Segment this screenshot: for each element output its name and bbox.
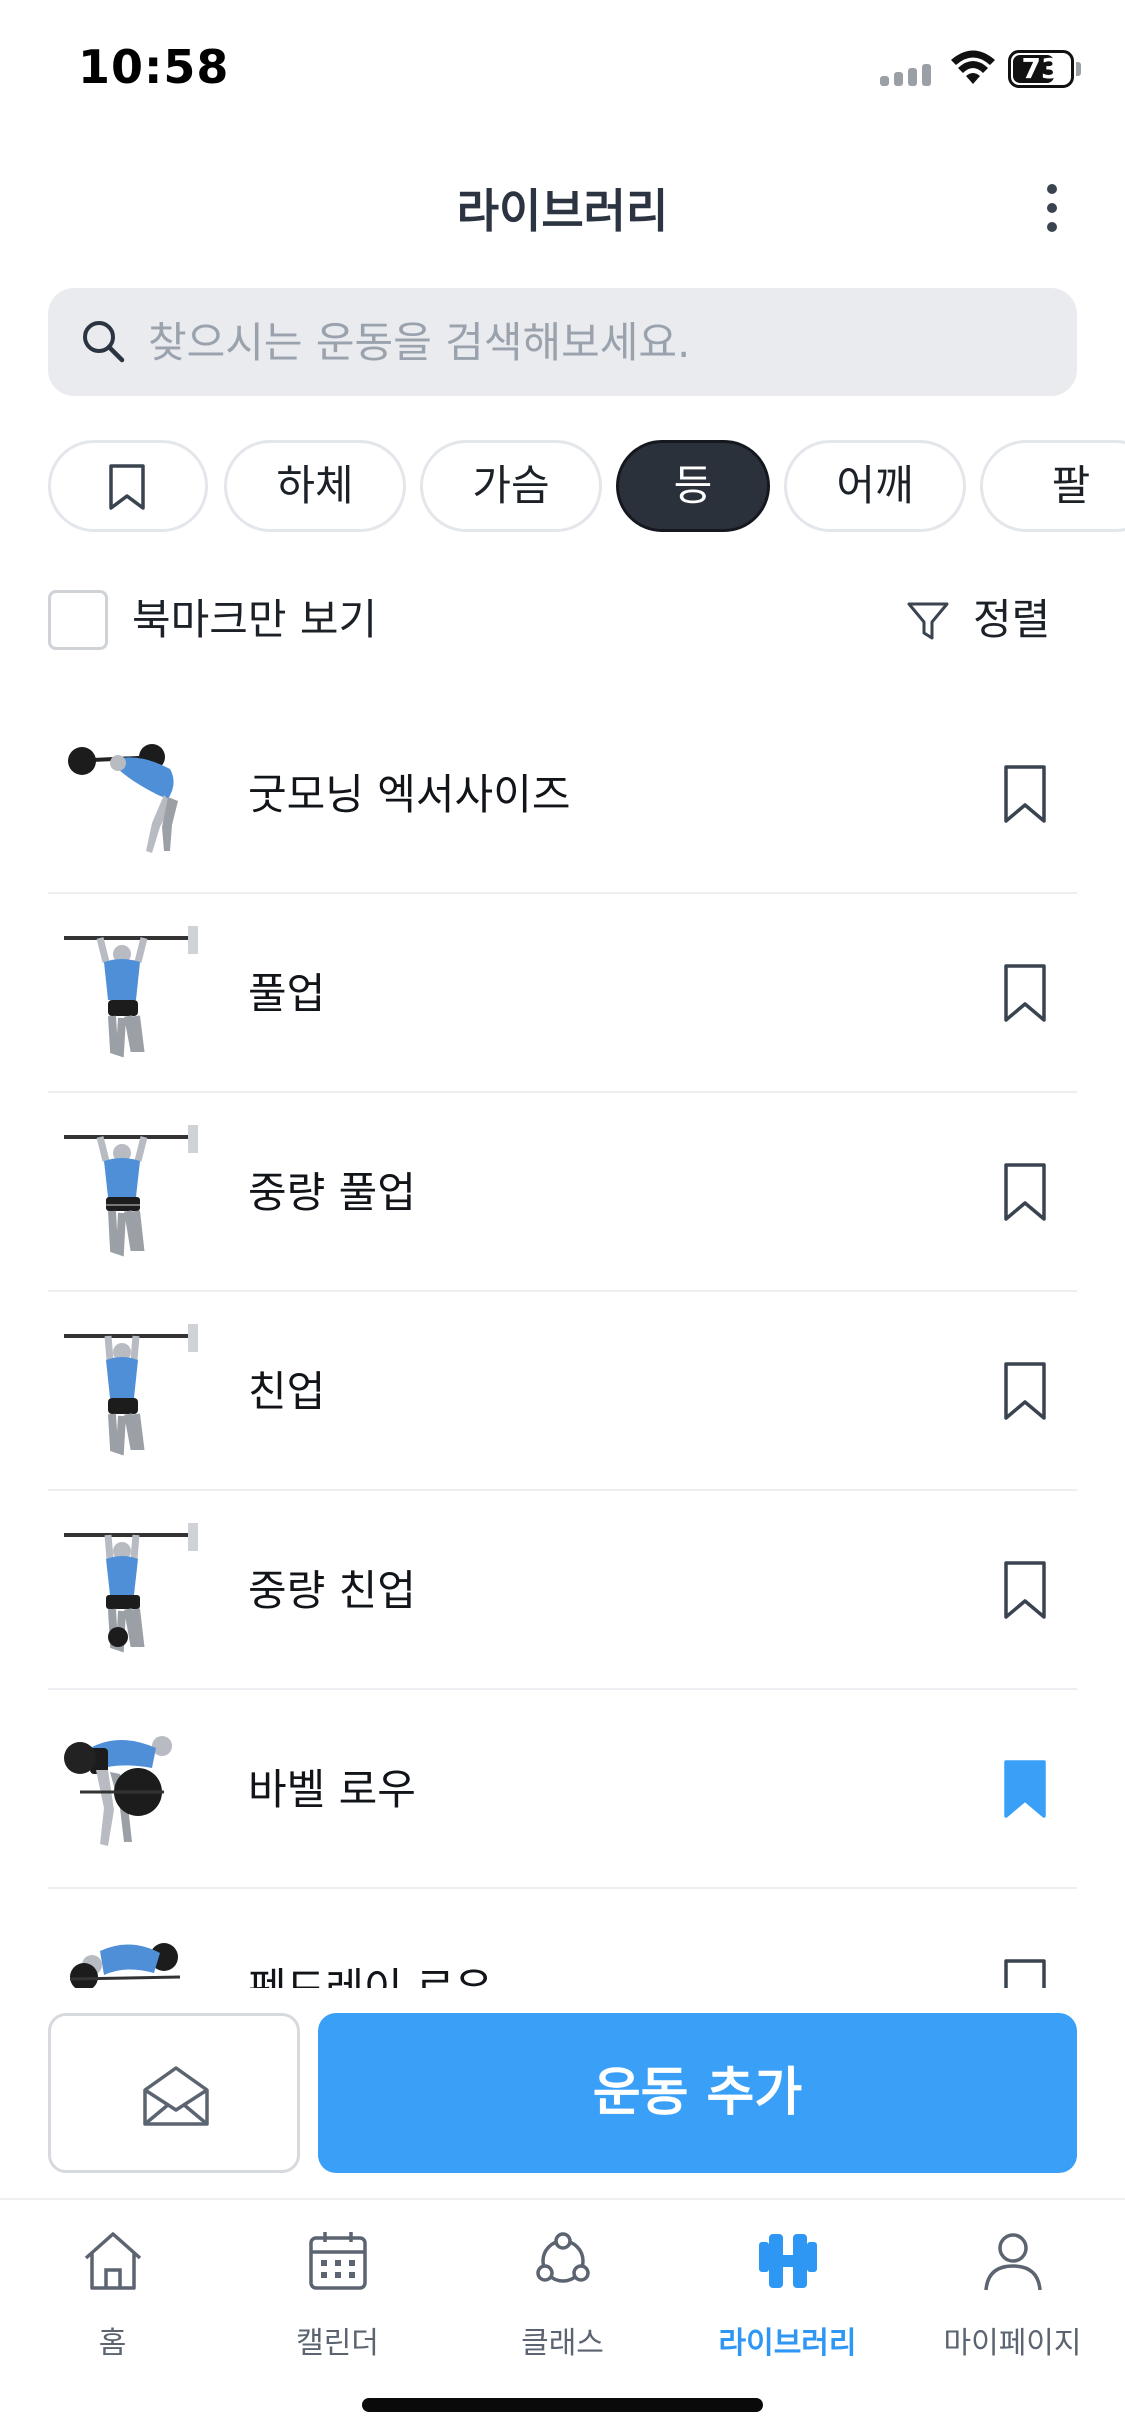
search-bar[interactable] xyxy=(48,288,1077,396)
exercise-illustration xyxy=(64,1125,198,1257)
home-icon xyxy=(84,2232,142,2290)
exercise-name: 중량 풀업 xyxy=(248,1168,416,1217)
envelope-icon xyxy=(143,2066,209,2126)
tab-label: 마이페이지 xyxy=(943,2326,1082,2361)
sort-label: 정렬 xyxy=(973,595,1051,644)
chip-shoulders[interactable]: 어깨 xyxy=(784,440,966,532)
chip-chest[interactable]: 가슴 xyxy=(420,440,602,532)
exercise-row[interactable]: 펜드레이 로우 xyxy=(48,1889,1077,1988)
exercise-row[interactable]: 중량 친업 xyxy=(48,1491,1077,1690)
exercise-row[interactable]: 풀업 xyxy=(48,894,1077,1093)
category-chips: 하체 가슴 등 어깨 팔 xyxy=(48,440,1125,532)
bookmark-icon xyxy=(109,464,145,510)
tab-class[interactable]: 클래스 xyxy=(450,2200,675,2390)
wifi-icon xyxy=(951,50,995,84)
tab-label: 라이브러리 xyxy=(718,2326,857,2361)
tab-library[interactable]: 라이브러리 xyxy=(675,2200,900,2390)
bookmark-only-checkbox[interactable] xyxy=(48,590,108,650)
battery-cap xyxy=(1076,62,1081,76)
search-icon xyxy=(83,321,125,363)
exercise-illustration xyxy=(68,744,178,853)
exercise-row[interactable]: 친업 xyxy=(48,1292,1077,1491)
chip-bookmarks[interactable] xyxy=(48,440,208,532)
exercise-row[interactable]: 바벨 로우 xyxy=(48,1690,1077,1889)
exercise-illustration xyxy=(64,1324,198,1456)
tab-label: 홈 xyxy=(98,2326,127,2361)
tab-mypage[interactable]: 마이페이지 xyxy=(900,2200,1125,2390)
page-title: 라이브러리 xyxy=(456,184,669,238)
bookmark-icon[interactable] xyxy=(1000,1161,1050,1223)
cellular-signal-icon xyxy=(880,62,934,86)
tab-home[interactable]: 홈 xyxy=(0,2200,225,2390)
chip-arms[interactable]: 팔 xyxy=(980,440,1125,532)
exercise-name: 굿모닝 엑서사이즈 xyxy=(248,770,571,819)
exercise-list: 굿모닝 엑서사이즈 풀업 중량 풀업 친업 중량 친업 바벨 로우 xyxy=(48,695,1077,1988)
feedback-mail-button[interactable] xyxy=(48,2013,300,2173)
bookmark-icon[interactable] xyxy=(1000,962,1050,1024)
home-indicator xyxy=(362,2398,763,2412)
exercise-row[interactable]: 중량 풀업 xyxy=(48,1093,1077,1292)
exercise-illustration xyxy=(64,1736,172,1846)
exercise-illustration xyxy=(64,1523,198,1653)
exercise-name: 풀업 xyxy=(248,969,326,1018)
class-icon xyxy=(536,2232,590,2283)
bookmark-icon[interactable] xyxy=(1000,763,1050,825)
bookmark-icon[interactable] xyxy=(1000,1559,1050,1621)
more-options-button[interactable] xyxy=(1030,180,1074,236)
filter-icon xyxy=(907,602,949,640)
chip-back[interactable]: 등 xyxy=(616,440,770,532)
tab-label: 캘린더 xyxy=(296,2326,379,2361)
search-input[interactable] xyxy=(148,288,1048,396)
person-icon xyxy=(984,2233,1042,2291)
bookmark-icon[interactable] xyxy=(1000,1758,1050,1820)
bookmark-icon[interactable] xyxy=(1000,1957,1050,1988)
add-exercise-button[interactable]: 운동 추가 xyxy=(318,2013,1077,2173)
battery-percent: 73 xyxy=(1021,52,1061,85)
exercise-name: 펜드레이 로우 xyxy=(248,1889,493,1988)
exercise-illustration xyxy=(64,926,198,1058)
chip-lower-body[interactable]: 하체 xyxy=(224,440,406,532)
exercise-illustration xyxy=(69,1943,181,1988)
dumbbell-icon xyxy=(759,2234,817,2288)
exercise-name: 바벨 로우 xyxy=(248,1765,416,1814)
calendar-icon xyxy=(309,2232,367,2290)
bookmark-only-label[interactable]: 북마크만 보기 xyxy=(132,590,377,650)
status-bar: 10:58 73 xyxy=(0,0,1125,140)
battery-icon: 73 xyxy=(1008,50,1074,88)
sort-button[interactable]: 정렬 xyxy=(905,590,1077,650)
tab-label: 클래스 xyxy=(521,2326,604,2361)
exercise-row[interactable]: 굿모닝 엑서사이즈 xyxy=(48,695,1077,894)
tab-calendar[interactable]: 캘린더 xyxy=(225,2200,450,2390)
bookmark-icon[interactable] xyxy=(1000,1360,1050,1422)
status-time: 10:58 xyxy=(78,40,230,94)
exercise-name: 중량 친업 xyxy=(248,1566,416,1615)
exercise-name: 친업 xyxy=(248,1367,326,1416)
